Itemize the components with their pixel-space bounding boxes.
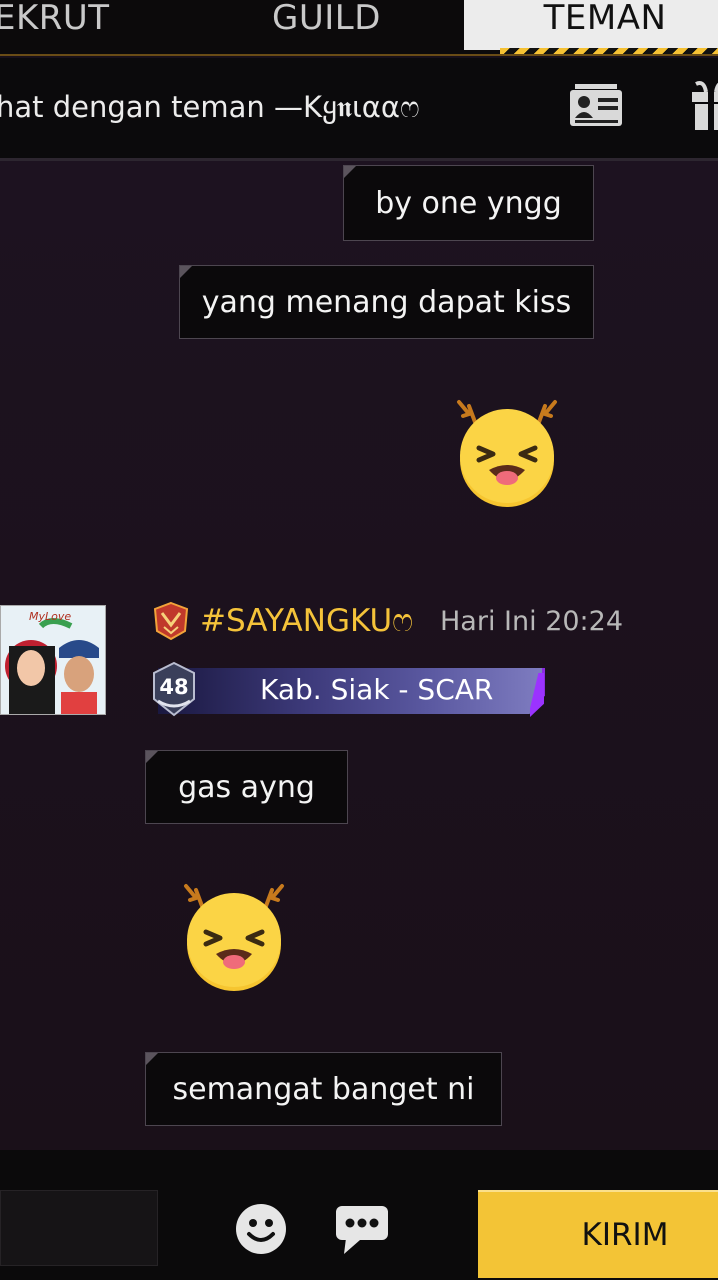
- chat-header: hat dengan teman —Kყ𝖓ιααෆ: [0, 58, 718, 158]
- gift-button[interactable]: [690, 80, 718, 132]
- chat-title: hat dengan teman —Kყ𝖓ιααෆ: [0, 90, 420, 124]
- message-bubble-right: yang menang dapat kiss: [179, 265, 594, 339]
- avatar-caption: MyLove: [29, 610, 72, 623]
- message-timestamp: Hari Ini 20:24: [440, 606, 624, 637]
- tab-guild[interactable]: GUILD: [272, 0, 381, 50]
- message-text: gas ayng: [178, 769, 315, 805]
- gift-icon: [692, 81, 718, 130]
- send-button-label: KIRIM: [581, 1217, 669, 1253]
- quick-message-button[interactable]: [334, 1202, 390, 1256]
- sender-name[interactable]: #SAYANGKUෆ: [200, 603, 413, 640]
- chat-messages[interactable]: by one yngg yang menang dapat kiss MyLov…: [0, 161, 718, 1150]
- message-bubble-right: by one yngg: [343, 165, 594, 241]
- send-button[interactable]: KIRIM: [478, 1190, 718, 1278]
- banner-text: Kab. Siak - SCAR: [260, 673, 494, 706]
- message-bubble-left: semangat banget ni: [145, 1052, 502, 1126]
- message-text: semangat banget ni: [172, 1071, 475, 1107]
- rank-icon: [153, 601, 189, 641]
- player-level: 48: [159, 675, 189, 699]
- message-text: yang menang dapat kiss: [201, 284, 572, 320]
- tab-divider: [0, 54, 718, 56]
- smiley-icon: [236, 1204, 286, 1254]
- tab-teman[interactable]: TEMAN: [464, 0, 718, 50]
- friend-avatar[interactable]: MyLove: [0, 605, 106, 715]
- tab-teman-label: TEMAN: [543, 0, 667, 38]
- laughing-deer-emoji-icon[interactable]: [174, 878, 294, 998]
- speech-bubble-icon: [336, 1206, 388, 1254]
- player-banner[interactable]: 48 Kab. Siak - SCAR: [150, 661, 545, 717]
- laughing-deer-emoji-icon[interactable]: [447, 394, 567, 514]
- emoji-button[interactable]: [234, 1202, 288, 1256]
- tab-rekrut[interactable]: EKRUT: [0, 0, 110, 50]
- profile-card-button[interactable]: [568, 84, 624, 128]
- message-input[interactable]: [0, 1190, 158, 1266]
- message-text: by one yngg: [375, 185, 562, 221]
- message-bubble-left: gas ayng: [145, 750, 348, 824]
- profile-card-icon: [570, 84, 622, 126]
- top-tabs: EKRUT GUILD TEMAN: [0, 0, 718, 56]
- chat-input-bar: KIRIM: [0, 1150, 718, 1280]
